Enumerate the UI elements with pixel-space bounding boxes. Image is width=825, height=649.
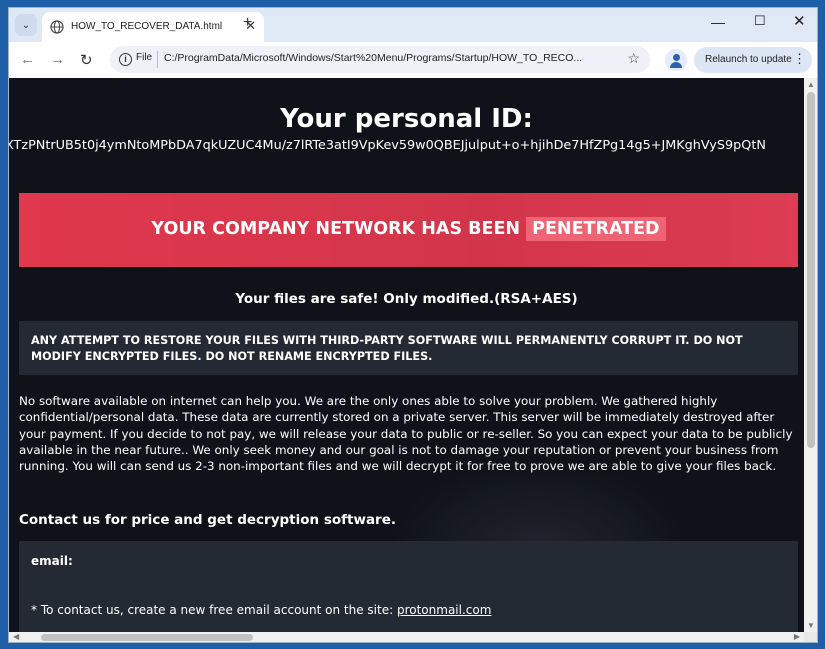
tab-bar: ⌄ HOW_TO_RECOVER_DATA.html ✕ + — ☐ ✕ — [9, 8, 817, 42]
scroll-up-icon[interactable]: ▲ — [807, 80, 815, 89]
new-tab-icon[interactable]: + — [243, 14, 252, 32]
banner-text: YOUR COMPANY NETWORK HAS BEEN PENETRATED — [19, 217, 798, 241]
personal-id-value: XTzPNtrUB5t0j4ymNtoMPbDA7qkUZUC4Mu/z7lRT… — [9, 138, 766, 153]
scrollbar-corner — [804, 632, 817, 642]
tab-search-icon[interactable]: ⌄ — [15, 14, 37, 36]
warning-box: ANY ATTEMPT TO RESTORE YOUR FILES WITH T… — [19, 321, 798, 375]
email-label: email: — [31, 554, 73, 568]
warning-text: ANY ATTEMPT TO RESTORE YOUR FILES WITH T… — [31, 334, 743, 363]
bookmark-star-icon[interactable]: ☆ — [627, 50, 640, 67]
alert-banner: YOUR COMPANY NETWORK HAS BEEN PENETRATED — [19, 193, 798, 267]
reload-icon[interactable]: ↻ — [80, 51, 93, 69]
scroll-down-icon[interactable]: ▼ — [807, 621, 815, 630]
page-content: Your personal ID: XTzPNtrUB5t0j4ymNtoMPb… — [9, 78, 804, 632]
browser-window: ⌄ HOW_TO_RECOVER_DATA.html ✕ + — ☐ ✕ ← →… — [8, 7, 818, 643]
maximize-icon[interactable]: ☐ — [754, 13, 766, 29]
contact-heading: Contact us for price and get decryption … — [19, 512, 396, 528]
protonmail-link[interactable]: protonmail.com — [397, 603, 491, 617]
relaunch-button[interactable]: Relaunch to update ⋮ — [694, 47, 812, 73]
email-note: * To contact us, create a new free email… — [31, 603, 491, 617]
horizontal-scroll-thumb[interactable] — [41, 634, 253, 641]
banner-main: YOUR COMPANY NETWORK HAS BEEN — [151, 219, 521, 239]
more-menu-icon[interactable]: ⋮ — [793, 51, 806, 67]
banner-highlight: PENETRATED — [526, 217, 666, 241]
scroll-left-icon[interactable]: ◀ — [13, 632, 19, 641]
info-icon[interactable]: i — [119, 53, 132, 66]
profile-avatar-icon[interactable] — [665, 49, 687, 71]
address-bar[interactable]: i File C:/ProgramData/Microsoft/Windows/… — [110, 46, 650, 73]
address-divider — [157, 51, 158, 68]
vertical-scrollbar[interactable]: ▲ ▼ — [804, 78, 817, 632]
file-chip: File — [136, 52, 153, 63]
files-safe-line: Your files are safe! Only modified.(RSA+… — [235, 291, 578, 307]
ransom-body-text: No software available on internet can he… — [19, 394, 793, 474]
back-icon[interactable]: ← — [20, 51, 35, 68]
scroll-right-icon[interactable]: ▶ — [794, 632, 800, 641]
profile-head — [673, 54, 680, 61]
relaunch-label: Relaunch to update — [705, 54, 792, 65]
personal-id-title: Your personal ID: — [280, 104, 533, 134]
email-box: email: * To contact us, create a new fre… — [19, 541, 798, 632]
url-text[interactable]: C:/ProgramData/Microsoft/Windows/Start%2… — [164, 52, 617, 64]
window-close-icon[interactable]: ✕ — [793, 12, 806, 30]
globe-icon — [50, 20, 64, 34]
minimize-icon[interactable]: — — [711, 14, 725, 30]
forward-icon[interactable]: → — [50, 51, 65, 68]
vertical-scroll-thumb[interactable] — [807, 92, 815, 448]
profile-body — [670, 62, 682, 68]
horizontal-scrollbar[interactable]: ◀ ▶ — [9, 632, 804, 642]
email-note-text: * To contact us, create a new free email… — [31, 603, 397, 617]
tab-title: HOW_TO_RECOVER_DATA.html — [71, 21, 223, 32]
browser-toolbar: ← → ↻ i File C:/ProgramData/Microsoft/Wi… — [9, 42, 817, 78]
tab-active[interactable]: HOW_TO_RECOVER_DATA.html ✕ — [42, 12, 264, 42]
